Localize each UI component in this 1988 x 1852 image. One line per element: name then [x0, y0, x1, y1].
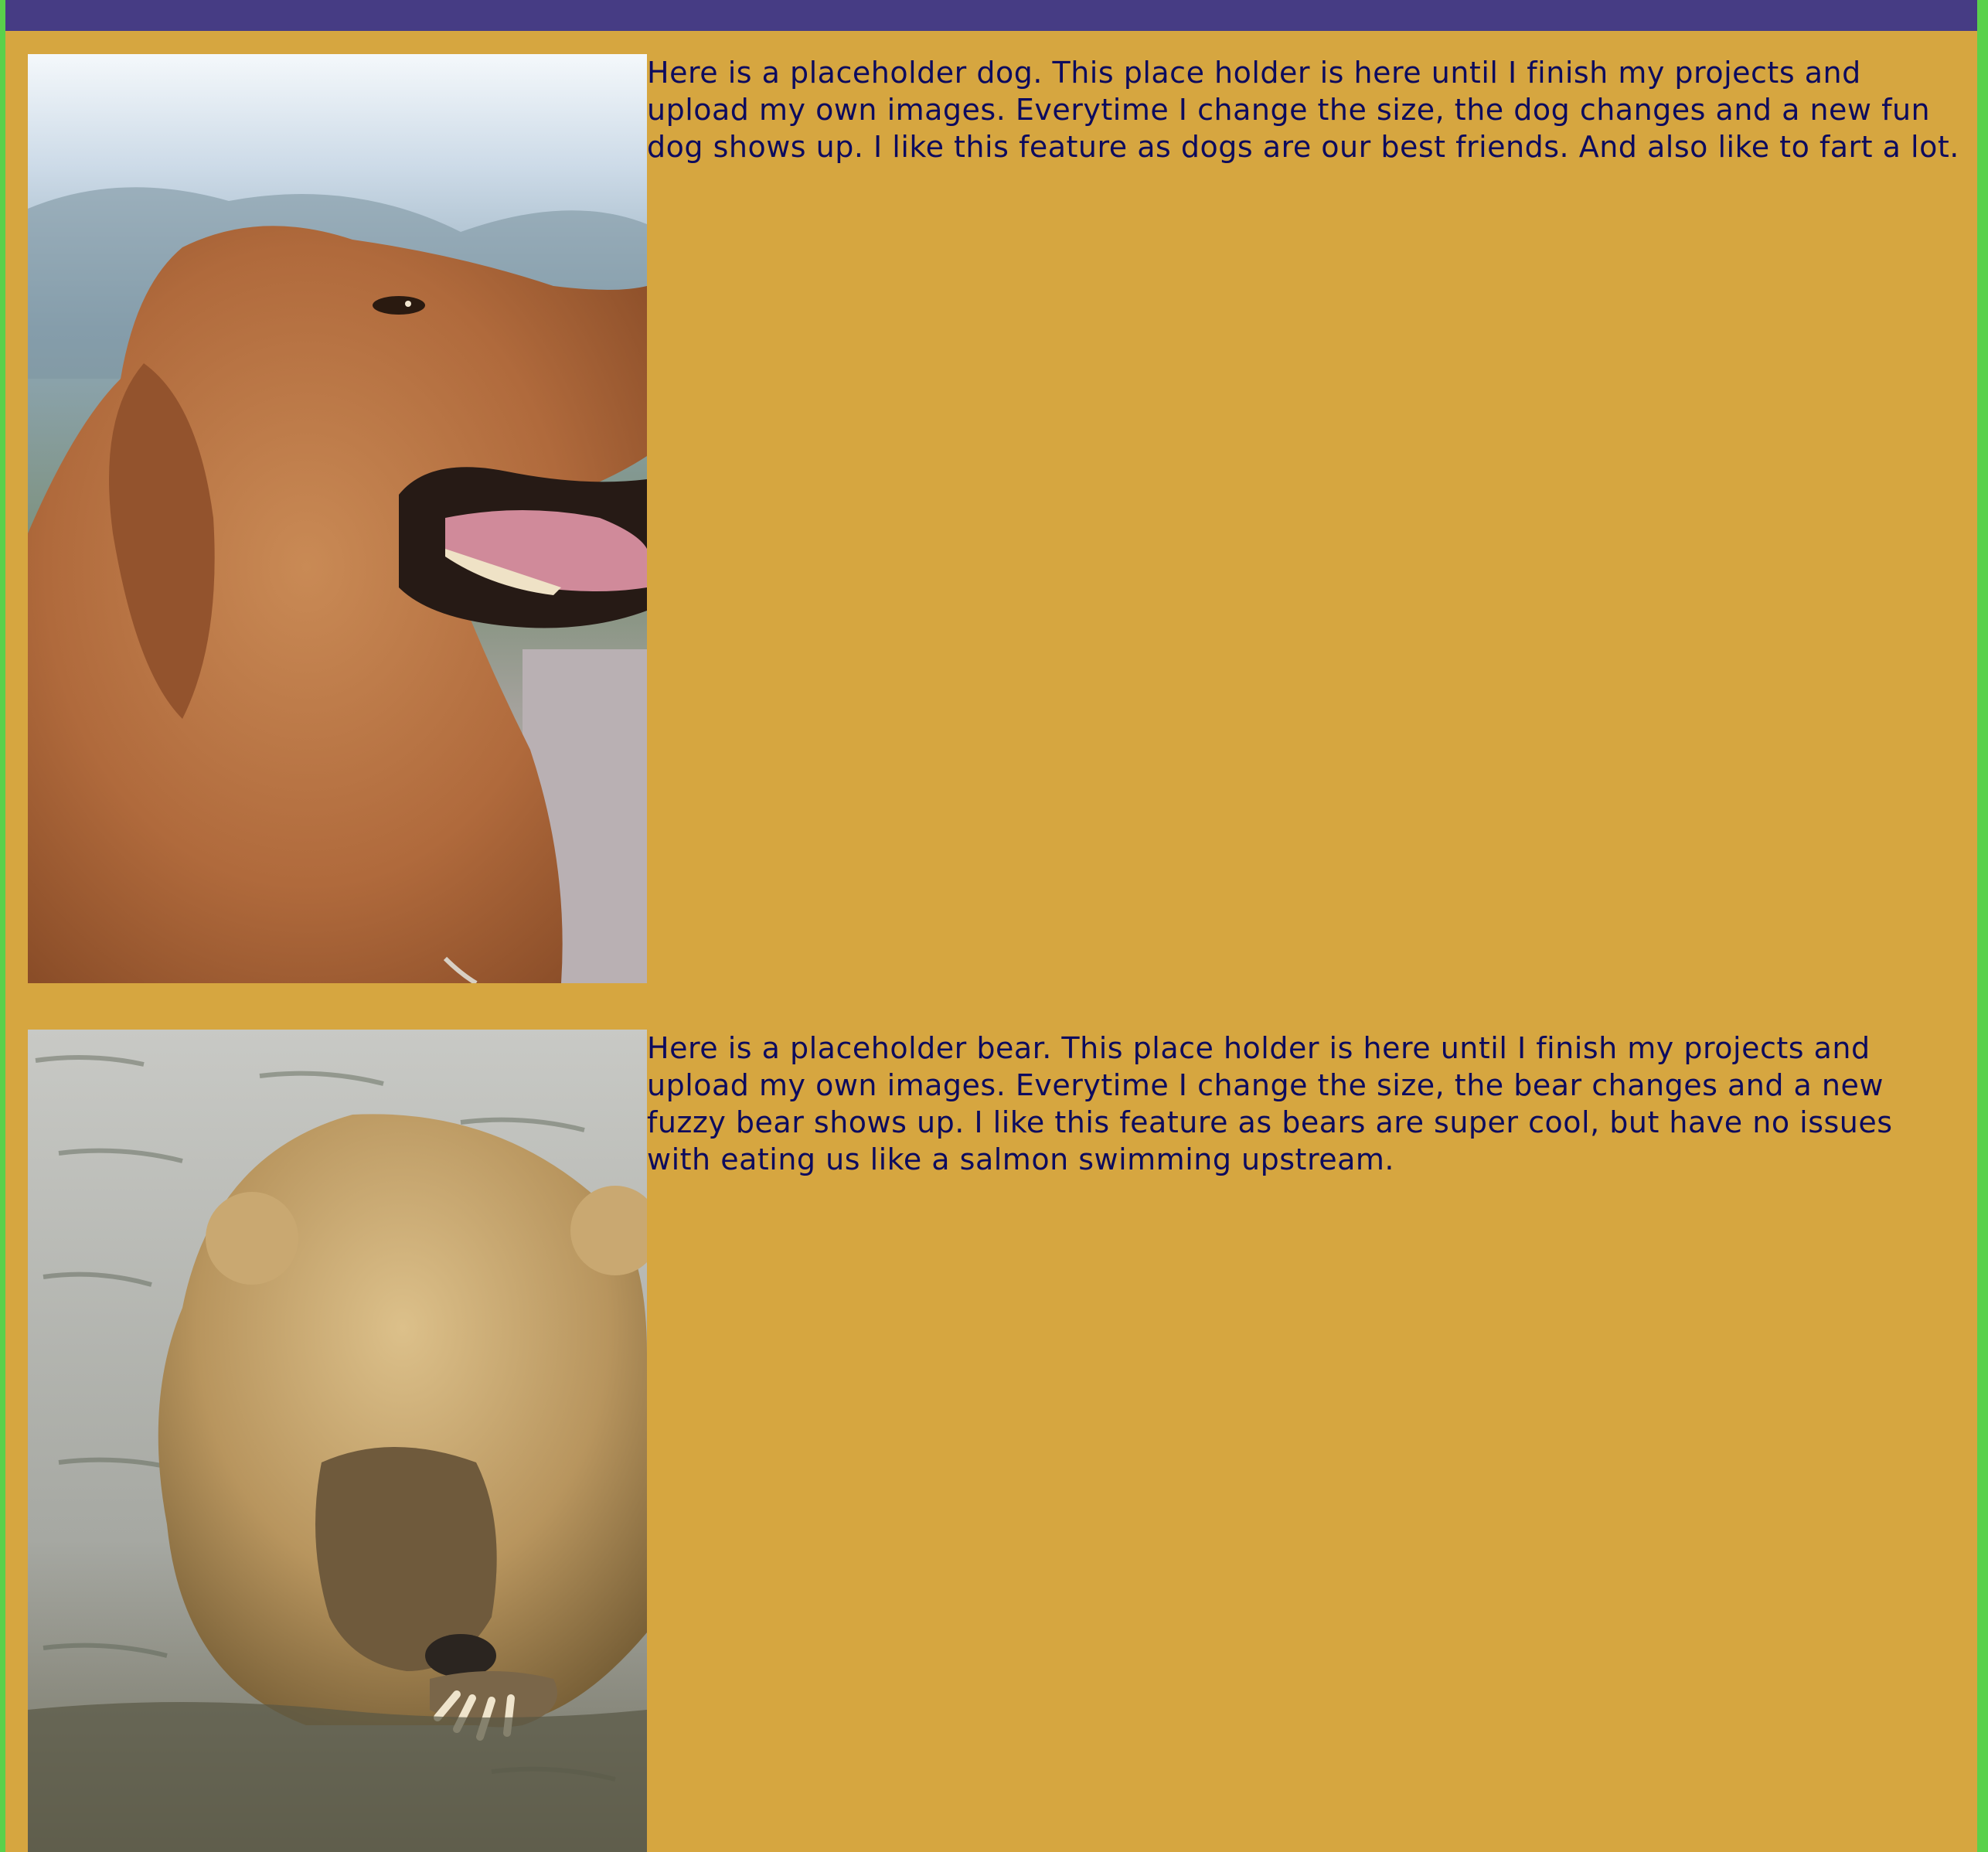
bear-photo: [28, 1030, 647, 1852]
header-bar: [5, 0, 1977, 31]
bear-section: Here is a placeholder bear. This place h…: [28, 1030, 1968, 1852]
page: Here is a placeholder dog. This place ho…: [5, 0, 1977, 1852]
dog-photo: [28, 54, 647, 983]
dog-description: Here is a placeholder dog. This place ho…: [647, 56, 1959, 164]
dog-section: Here is a placeholder dog. This place ho…: [28, 54, 1968, 983]
bear-description: Here is a placeholder bear. This place h…: [647, 1031, 1893, 1176]
